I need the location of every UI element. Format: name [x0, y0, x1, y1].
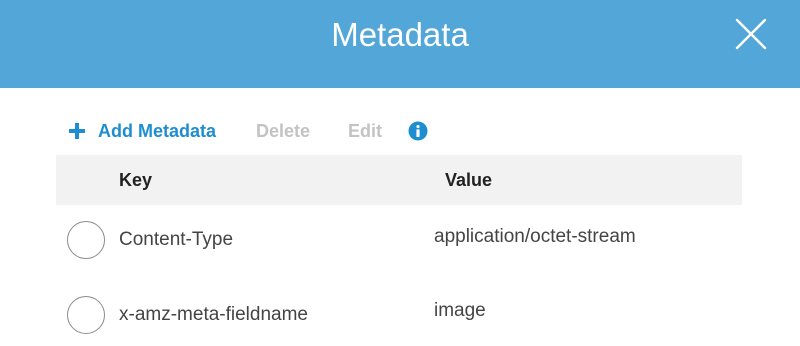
table-row[interactable]: Content-Type application/octet-stream	[56, 205, 742, 277]
info-icon[interactable]	[408, 121, 428, 141]
row-key: Content-Type	[119, 229, 234, 250]
row-select-radio[interactable]	[67, 296, 105, 334]
edit-button[interactable]: Edit	[348, 121, 382, 142]
row-select-radio[interactable]	[67, 221, 105, 259]
modal-header: Metadata	[0, 0, 800, 88]
add-metadata-label: Add Metadata	[98, 120, 217, 141]
row-value: application/octet-stream	[434, 226, 636, 247]
plus-icon	[69, 123, 85, 139]
row-key: x-amz-meta-fieldname	[119, 304, 308, 325]
close-icon	[735, 18, 767, 50]
add-metadata-button[interactable]: Add Metadata	[68, 121, 216, 142]
table-header: Key Value	[56, 155, 742, 205]
delete-button[interactable]: Delete	[256, 121, 310, 142]
close-button[interactable]	[734, 17, 768, 51]
modal-title: Metadata	[331, 16, 469, 53]
metadata-toolbar: Add Metadata Delete Edit	[68, 116, 428, 146]
metadata-table: Key Value Content-Type application/octet…	[56, 155, 742, 346]
table-row[interactable]: x-amz-meta-fieldname image	[56, 277, 742, 346]
row-value: image	[434, 300, 486, 321]
column-header-value: Value	[445, 170, 493, 190]
column-header-key: Key	[119, 170, 153, 190]
